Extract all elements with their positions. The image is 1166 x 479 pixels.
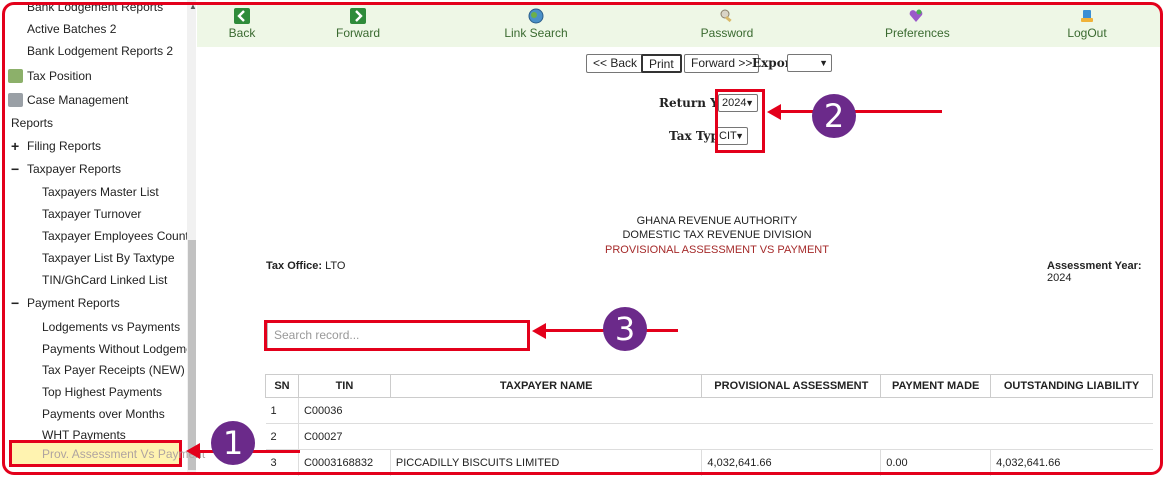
sidebar-item-filing-reports[interactable]: Filing Reports [27,136,101,156]
report-table: SN TIN TAXPAYER NAME PROVISIONAL ASSESSM… [265,374,1153,476]
table-row[interactable]: 3 C0003168832 PICCADILLY BISCUITS LIMITE… [265,449,1153,476]
sidebar-item-active-batches-2[interactable]: Active Batches 2 [27,19,116,39]
sidebar-item-taxpayer-list-by-taxtype[interactable]: Taxpayer List By Taxtype [42,248,175,268]
sidebar-item-taxpayers-master-list[interactable]: Taxpayers Master List [42,182,159,202]
sidebar-item-taxpayer-reports[interactable]: Taxpayer Reports [27,159,121,179]
annotation-badge-2: 2 [812,94,856,138]
sidebar-item-tax-position[interactable]: Tax Position [27,66,92,86]
sidebar-item-taxpayer-employees-count[interactable]: Taxpayer Employees Count [42,226,189,246]
globe-icon [528,8,544,24]
sidebar-item-taxpayer-turnover[interactable]: Taxpayer Turnover [42,204,141,224]
preferences-icon [909,9,923,22]
back-arrow-icon [234,8,250,24]
nav-password-button[interactable]: Password [700,5,754,47]
annotation-arrowhead-3 [532,323,546,339]
nav-preferences-button[interactable]: Preferences [885,5,950,47]
top-navigation: Back Forward Link Search Password Prefer… [197,5,1160,47]
tax-position-icon [8,69,23,83]
nav-back-button[interactable]: Back [222,5,262,47]
col-taxpayer-name[interactable]: TAXPAYER NAME [389,374,703,398]
table-row[interactable]: 1 C00036 [265,397,1153,424]
toolbar-back-button[interactable]: << Back [586,54,645,73]
col-provisional-assessment[interactable]: PROVISIONAL ASSESSMENT [701,374,882,398]
col-tin[interactable]: TIN [297,374,391,398]
report-title-line3: PROVISIONAL ASSESSMENT VS PAYMENT [605,244,829,256]
sidebar-item-payments-without-lodgement[interactable]: Payments Without Lodgement [42,339,196,359]
report-title-line1: GHANA REVENUE AUTHORITY [636,215,798,227]
sidebar-item-bank-lodgement-reports-2[interactable]: Bank Lodgement Reports 2 [27,41,173,61]
col-outstanding-liability[interactable]: OUTSTANDING LIABILITY [990,374,1153,398]
export-select[interactable]: ▼ [787,54,832,72]
sidebar-item-tax-payer-receipts[interactable]: Tax Payer Receipts (NEW) [42,360,185,380]
forward-arrow-icon [350,8,366,24]
collapse-icon[interactable]: − [11,293,19,313]
annotation-arrow-2 [780,110,942,113]
sidebar-item-bank-lodgement-reports[interactable]: Bank Lodgement Reports [27,0,163,17]
highlight-box-filters [715,89,765,153]
key-icon [720,9,732,23]
sidebar-item-payments-over-months[interactable]: Payments over Months [42,404,165,424]
nav-link-search-button[interactable]: Link Search [503,5,569,47]
case-management-icon [8,93,23,107]
annotation-arrowhead-2 [767,104,781,120]
highlight-box-search [264,320,530,351]
scroll-up-arrow-icon[interactable]: ▲ [189,2,196,11]
sidebar-item-reports[interactable]: Reports [11,113,53,133]
logout-icon [1081,10,1093,22]
print-button[interactable]: Print [641,54,682,73]
annotation-badge-1: 1 [211,421,255,465]
sidebar-item-case-management[interactable]: Case Management [27,90,128,110]
table-row[interactable]: 2 C00027 [265,423,1153,450]
nav-logout-button[interactable]: LogOut [1067,5,1107,47]
table-header-row: SN TIN TAXPAYER NAME PROVISIONAL ASSESSM… [265,374,1153,398]
collapse-icon[interactable]: − [11,159,19,179]
tax-office: Tax Office: LTO [266,260,346,272]
assessment-year: Assessment Year: 2024 [1047,260,1142,284]
sidebar: Bank Lodgement Reports Active Batches 2 … [5,0,196,475]
report-title-line2: DOMESTIC TAX REVENUE DIVISION [622,229,812,241]
toolbar-forward-button[interactable]: Forward >> [684,54,760,73]
chevron-down-icon: ▼ [819,58,828,68]
sidebar-item-payment-reports[interactable]: Payment Reports [27,293,120,313]
col-sn[interactable]: SN [265,374,299,398]
sidebar-item-tin-ghcard-linked-list[interactable]: TIN/GhCard Linked List [42,270,167,290]
sidebar-item-top-highest-payments[interactable]: Top Highest Payments [42,382,162,402]
sidebar-item-lodgements-vs-payments[interactable]: Lodgements vs Payments [42,317,180,337]
nav-forward-button[interactable]: Forward [332,5,384,47]
sidebar-item-prov-assessment-vs-payment[interactable]: Prov. Assessment Vs Payment [9,440,205,467]
sidebar-scrollbar-thumb[interactable] [188,240,196,470]
annotation-arrowhead-1 [186,443,200,459]
expand-icon[interactable]: + [11,136,19,156]
annotation-badge-3: 3 [603,307,647,351]
col-payment-made[interactable]: PAYMENT MADE [880,374,992,398]
